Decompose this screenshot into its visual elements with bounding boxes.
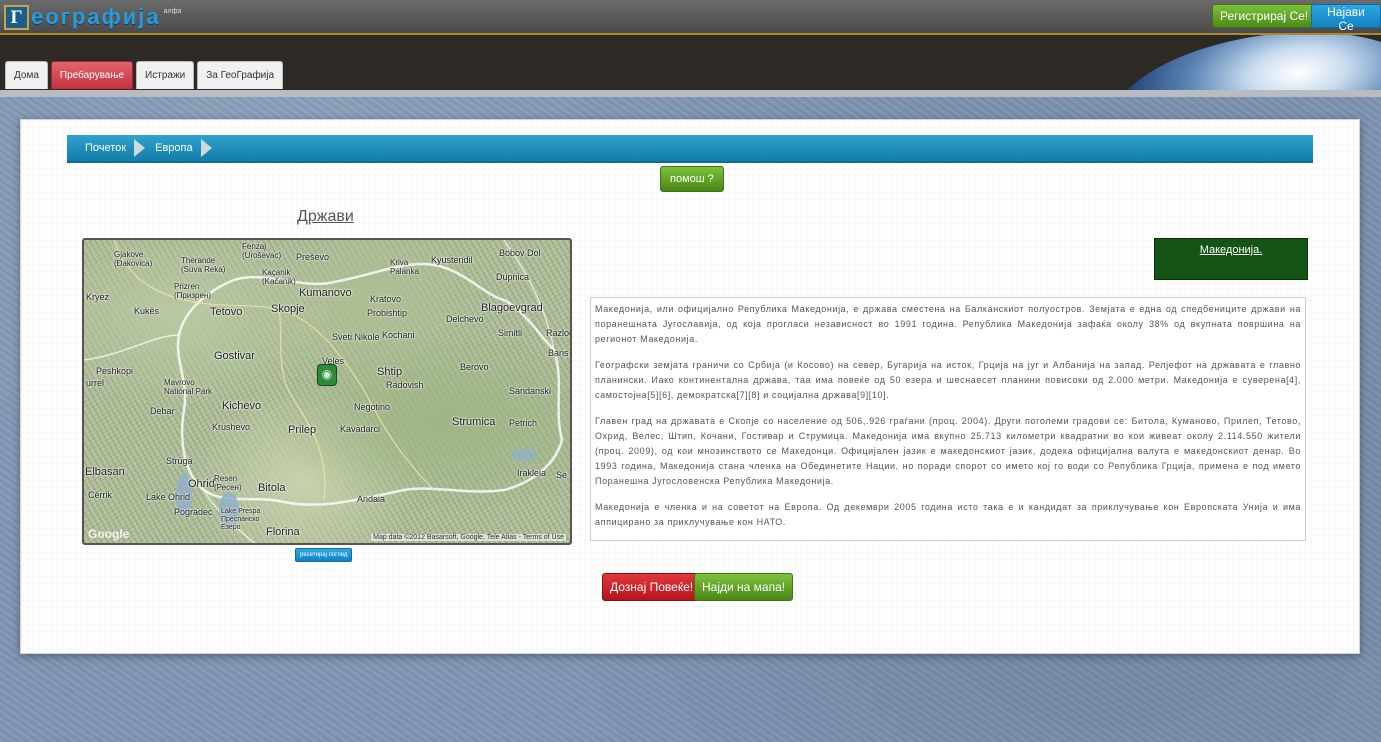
- map-city-label: Sandanski: [509, 386, 552, 396]
- description-paragraph: Главен град на државата е Скопје со насе…: [595, 416, 1301, 486]
- map-city-label: Elbasan: [85, 466, 125, 478]
- description-paragraph: Македонија е членка и на советот на Евро…: [595, 502, 1301, 527]
- map-city-label: Kryez: [86, 292, 110, 302]
- logo-text: еографија: [31, 4, 161, 29]
- map-city-label: Therande (Suva Reka): [181, 256, 226, 274]
- breadcrumb-label: Почеток: [85, 142, 127, 154]
- logo-tag: алфа: [163, 8, 182, 15]
- map-city-label: Florina: [266, 526, 300, 538]
- logo-icon: Г: [4, 4, 29, 30]
- map-city-label: Lake Prespa Преспанско Езеро: [221, 508, 261, 531]
- map-city-label: Resen (Ресен): [214, 474, 242, 492]
- map-city-label: Kratovo: [370, 294, 402, 304]
- map-city-label: Se: [556, 470, 568, 480]
- map-city-label: Prilep: [288, 424, 317, 436]
- map-city-label: Prizren (Призрен): [174, 282, 211, 300]
- map-city-label: Simitli: [498, 328, 522, 338]
- map-city-label: Sveti Nikole: [332, 332, 380, 342]
- help-button[interactable]: помош ?: [660, 166, 724, 192]
- map-city-label: Kumanovo: [299, 287, 352, 299]
- map-city-label: Shtip: [377, 366, 403, 378]
- nav-tabs: Дома Пребарување Истражи За ГеоГрафија: [5, 61, 284, 89]
- map-city-label: Ohrid: [188, 478, 215, 490]
- map-view[interactable]: Gjakove (Đakovica) Therande (Suva Reka) …: [82, 238, 572, 545]
- learn-more-button[interactable]: Дознај Повеќе!: [602, 573, 702, 601]
- map-city-label: Razlog: [546, 328, 572, 338]
- tab-search[interactable]: Пребарување: [50, 61, 134, 89]
- find-on-map-button[interactable]: Најди на мапа!: [694, 573, 794, 601]
- breadcrumb: Почеток Европа: [67, 135, 1313, 163]
- country-name-box: Македонија.: [1154, 238, 1308, 280]
- site-logo[interactable]: Г еографија алфа: [4, 3, 181, 31]
- login-button[interactable]: Најави Се: [1311, 4, 1381, 33]
- register-button[interactable]: Регистрирај Се!: [1212, 4, 1317, 28]
- map-city-label: Mavrovo National Park: [164, 378, 213, 396]
- header-divider: [0, 90, 1381, 97]
- map-city-label: Tetovo: [210, 306, 243, 318]
- map-city-label: Berovo: [460, 362, 489, 372]
- description-paragraph: Македонија, или официјално Република Мак…: [595, 304, 1301, 344]
- map-city-label: urrel: [86, 378, 105, 388]
- map-city-label: Radovish: [386, 380, 424, 390]
- map-city-label: Krushevo: [212, 422, 251, 432]
- breadcrumb-item[interactable]: Почеток: [85, 139, 146, 157]
- map-city-label: Kyustendil: [431, 255, 473, 265]
- google-logo: Google: [88, 527, 130, 541]
- chevron-right-icon: [134, 139, 146, 157]
- map-city-label: Kaçanik (Kačanik): [262, 268, 296, 286]
- map-city-label: Irakleia: [517, 468, 547, 478]
- map-city-label: Pogradec: [174, 507, 213, 517]
- map-city-label: Struga: [166, 456, 193, 466]
- map-city-label: Gjakove (Đakovica): [114, 250, 153, 268]
- map-city-label: Bobov Dol: [499, 248, 541, 258]
- map-city-label: Kochani: [382, 330, 415, 340]
- map-city-label: Probishtip: [367, 308, 408, 318]
- map-city-label: Negotino: [354, 402, 391, 412]
- map-attribution[interactable]: Map data ©2012 Basarsoft, Google, Tele A…: [371, 534, 566, 541]
- map-city-label: Preševo: [296, 252, 330, 262]
- map-city-label: Bans: [548, 348, 569, 358]
- map-city-label: Kavadarci: [340, 424, 381, 434]
- map-city-label: Skopje: [271, 303, 305, 315]
- map-marker-icon[interactable]: ◉: [317, 364, 337, 386]
- tab-home[interactable]: Дома: [5, 61, 48, 89]
- country-description: Македонија, или официјално Република Мак…: [590, 297, 1306, 541]
- map-city-label: Blagoevgrad: [481, 302, 543, 314]
- breadcrumb-item[interactable]: Европа: [155, 139, 212, 157]
- map-city-label: Gostivar: [214, 350, 255, 362]
- map-city-label: Kriva Palanka: [390, 258, 419, 276]
- map-city-label: Kukës: [134, 306, 160, 316]
- country-name-link[interactable]: Македонија.: [1200, 244, 1263, 256]
- map-city-label: Delchevo: [446, 314, 484, 324]
- map-city-label: Strumica: [452, 416, 496, 428]
- main-panel: Почеток Европа помош ? Држави Gjakove (Đ…: [20, 119, 1360, 654]
- map-city-label: Bitola: [258, 482, 286, 494]
- breadcrumb-label: Европа: [155, 142, 193, 154]
- earth-image: [1101, 35, 1381, 90]
- top-bar: Г еографија алфа Регистрирај Се! Најави …: [0, 0, 1381, 35]
- reset-view-button[interactable]: ресетирај поглед: [295, 548, 353, 562]
- section-title[interactable]: Држави: [297, 208, 354, 226]
- map-city-label: Petrich: [509, 418, 538, 428]
- tab-explore[interactable]: Истражи: [136, 61, 195, 89]
- map-city-label: Dupnica: [496, 272, 530, 282]
- map-city-label: Cërrik: [88, 490, 112, 500]
- chevron-right-icon: [200, 139, 212, 157]
- map-city-label: Kichevo: [222, 400, 262, 412]
- map-city-label: Lake Ohrid: [146, 492, 191, 502]
- description-paragraph: Географски земјата граничи со Србија (и …: [595, 360, 1301, 400]
- map-city-label: Fenzaj (Uroševac): [242, 242, 282, 260]
- map-city-label: Peshkopi: [96, 366, 134, 376]
- map-city-label: Debar: [150, 406, 175, 416]
- tab-about[interactable]: За ГеоГрафија: [197, 61, 284, 89]
- map-city-label: Andaia: [357, 494, 386, 504]
